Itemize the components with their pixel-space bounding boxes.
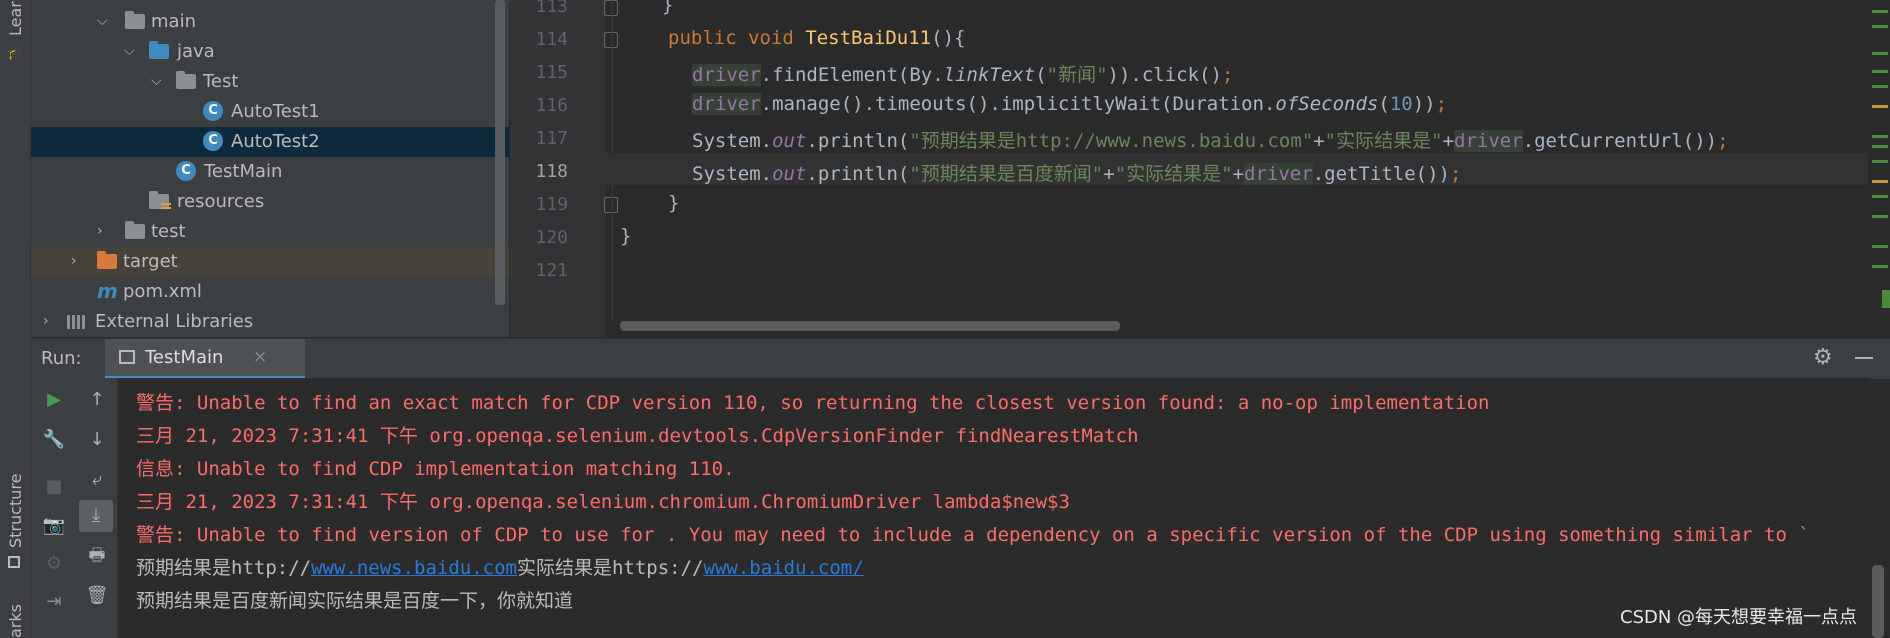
console-link-baidu[interactable]: www.baidu.com/	[704, 557, 864, 579]
run-label: Run:	[41, 348, 82, 369]
project-tree: ⌵ main ⌵ java ⌵ Test C AutoTest1 C AutoT…	[31, 0, 509, 337]
tree-node-main[interactable]: ⌵ main	[31, 7, 509, 37]
tree-node-test[interactable]: › test	[31, 217, 509, 247]
stop-icon[interactable]: ■	[42, 475, 66, 499]
rerun-icon[interactable]: ▶	[42, 388, 66, 412]
chevron-right-icon[interactable]: ›	[71, 254, 85, 268]
structure-icon	[8, 556, 20, 568]
arrow-down-icon[interactable]: ↓	[85, 428, 109, 452]
trash-icon[interactable]: 🗑	[85, 584, 109, 608]
run-console-icon	[119, 350, 135, 364]
exit-icon[interactable]: ⇥	[42, 590, 66, 614]
fold-marker-icon[interactable]	[604, 197, 618, 213]
console-output-line-title: 预期结果是百度新闻实际结果是百度一下，你就知道	[136, 590, 574, 612]
structure-tab[interactable]: Structure	[6, 474, 25, 548]
console-line: 警告: Unable to find version of CDP to use…	[136, 524, 1810, 546]
code-line-118: System.out.println("预期结果是百度新闻"+"实际结果是"+d…	[692, 163, 1462, 185]
tab-testmain[interactable]: TestMain ×	[105, 339, 305, 379]
chevron-right-icon[interactable]: ›	[97, 224, 111, 238]
wrench-icon[interactable]: 🔧	[42, 428, 66, 452]
run-toolbar-secondary: ↑ ↓ ⤶ ⤓ 🖶 🗑	[77, 378, 118, 638]
chevron-down-icon[interactable]: ⌵	[97, 14, 111, 28]
code-line-120: }	[620, 225, 632, 247]
chevron-down-icon[interactable]: ⌵	[151, 74, 165, 88]
scroll-to-end-toggle[interactable]: ⤓	[79, 500, 113, 532]
learn-tab[interactable]: Learn	[6, 0, 25, 36]
tree-node-pom[interactable]: m pom.xml	[31, 277, 509, 307]
editor-gutter: 113 114 115 116 117 118 119 120 121	[510, 0, 606, 337]
resources-marker-icon	[161, 203, 171, 211]
main-class-icon: C	[176, 161, 196, 181]
fold-marker-icon[interactable]	[604, 0, 618, 16]
excluded-folder-icon	[97, 251, 117, 269]
console-link-news[interactable]: www.news.baidu.com	[311, 557, 517, 579]
code-line-114: public void TestBaiDu11(){	[668, 27, 966, 49]
tree-node-autotest2[interactable]: C AutoTest2	[31, 127, 509, 157]
print-icon[interactable]: 🖶	[85, 544, 109, 568]
chevron-down-icon[interactable]: ⌵	[124, 44, 138, 58]
bookmarks-tab[interactable]: arks	[6, 604, 25, 638]
left-tool-strip: Learn 🎓 Structure arks	[0, 0, 31, 638]
scroll-to-end-icon: ⤓	[92, 505, 100, 526]
libraries-icon	[67, 315, 87, 329]
code-line-116: driver.manage().timeouts().implicitlyWai…	[692, 93, 1448, 115]
tree-node-autotest1[interactable]: C AutoTest1	[31, 97, 509, 127]
run-panel-header: Run: TestMain × ⚙	[31, 338, 1890, 379]
console-line: 警告: Unable to find an exact match for CD…	[136, 392, 1490, 414]
tree-node-testmain[interactable]: C TestMain	[31, 157, 509, 187]
console-line: 三月 21, 2023 7:31:41 下午 org.openqa.seleni…	[136, 491, 1070, 513]
maven-icon: m	[97, 279, 118, 303]
code-line-113: }	[662, 0, 674, 16]
soft-wrap-icon[interactable]: ⤶	[85, 468, 109, 492]
source-folder-icon	[149, 41, 169, 59]
close-tab-icon[interactable]: ×	[253, 347, 267, 367]
tree-node-java[interactable]: ⌵ java	[31, 37, 509, 67]
console-output[interactable]: 警告: Unable to find an exact match for CD…	[118, 378, 1870, 638]
tree-node-resources[interactable]: resources	[31, 187, 509, 217]
settings-disabled-icon[interactable]: ⚙	[42, 552, 66, 576]
package-icon	[176, 71, 196, 89]
camera-icon[interactable]: 📷	[42, 514, 66, 538]
folder-icon	[125, 11, 145, 29]
console-output-line-url: 预期结果是http://www.news.baidu.com实际结果是https…	[136, 557, 864, 579]
chevron-right-icon[interactable]: ›	[43, 314, 57, 328]
graduation-cap-icon: 🎓	[7, 46, 24, 61]
arrow-up-icon[interactable]: ↑	[85, 388, 109, 412]
class-icon: C	[203, 131, 223, 151]
code-line-117: System.out.println("预期结果是http://www.news…	[692, 130, 1729, 152]
console-vertical-scrollbar[interactable]	[1872, 565, 1884, 638]
code-line-119: }	[668, 192, 680, 214]
tree-node-target[interactable]: › target	[31, 247, 509, 277]
code-line-115: driver.findElement(By.linkText("新闻")).cl…	[692, 64, 1234, 86]
tree-node-external-libraries[interactable]: › External Libraries	[31, 307, 509, 337]
watermark: CSDN @每天想要幸福一点点	[1620, 607, 1858, 628]
error-stripe[interactable]	[1868, 0, 1890, 337]
tree-node-test-package[interactable]: ⌵ Test	[31, 67, 509, 97]
folder-icon	[125, 221, 145, 239]
project-tree-scrollbar[interactable]	[495, 0, 505, 305]
code-editor[interactable]: 113 114 115 116 117 118 119 120 121 } pu…	[510, 0, 1890, 337]
class-icon: C	[203, 101, 223, 121]
minimize-icon[interactable]	[1855, 357, 1873, 359]
run-toolbar-primary: ▶ 🔧 ■ 📷 ⚙ ⇥	[31, 378, 77, 638]
editor-horizontal-scrollbar[interactable]	[620, 321, 1120, 331]
fold-marker-icon[interactable]	[604, 32, 618, 48]
console-line: 信息: Unable to find CDP implementation ma…	[136, 458, 735, 480]
console-line: 三月 21, 2023 7:31:41 下午 org.openqa.seleni…	[136, 425, 1139, 447]
gear-icon[interactable]: ⚙	[1813, 345, 1833, 370]
